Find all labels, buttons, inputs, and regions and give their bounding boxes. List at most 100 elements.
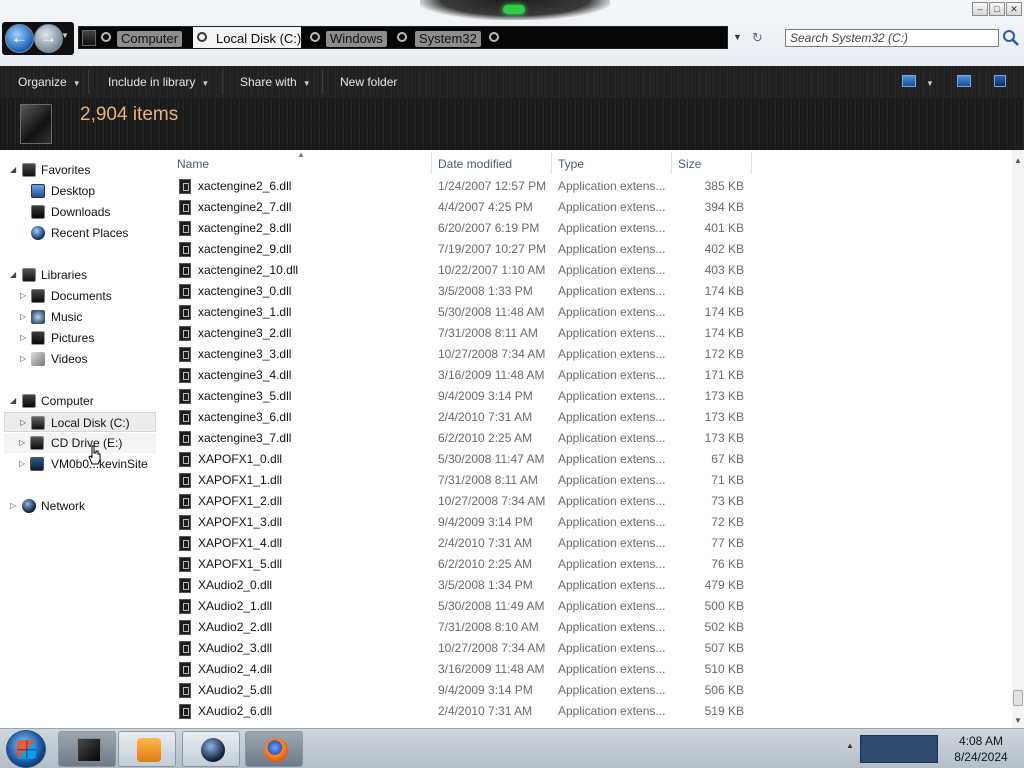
breadcrumb-windows[interactable]: Windows: [326, 31, 387, 47]
collapsed-arrow-icon[interactable]: ▷: [19, 433, 29, 453]
nav-network[interactable]: ▷ Network: [10, 496, 160, 516]
start-button[interactable]: [6, 730, 46, 768]
nav-item-music[interactable]: ▷ Music: [20, 307, 160, 327]
collapsed-arrow-icon[interactable]: ▷: [19, 454, 29, 474]
nav-item-network-share[interactable]: ▷ VM0b0...kevinSite: [4, 454, 156, 474]
nav-item-downloads[interactable]: Downloads: [10, 202, 160, 222]
taskbar-firefox[interactable]: [245, 731, 303, 767]
taskbar-media-player[interactable]: [118, 731, 176, 767]
column-date-modified[interactable]: Date modified: [438, 157, 512, 171]
file-row[interactable]: xactengine3_7.dll 6/2/2010 2:25 AM Applica…: [173, 428, 753, 449]
chevron-icon[interactable]: [101, 32, 111, 42]
collapsed-arrow-icon[interactable]: ▷: [20, 286, 30, 306]
file-row[interactable]: xactengine2_7.dll 4/4/2007 4:25 PM Applica…: [173, 197, 753, 218]
nav-item-documents[interactable]: ▷ Documents: [20, 286, 160, 306]
taskbar-network-globe[interactable]: [182, 731, 240, 767]
file-row[interactable]: XAudio2_4.dll 3/16/2009 11:48 AM Applicati…: [173, 659, 753, 680]
history-dropdown-icon[interactable]: ▼: [61, 31, 69, 40]
help-icon[interactable]: [994, 75, 1006, 87]
file-row[interactable]: XAudio2_6.dll 2/4/2010 7:31 AM Application…: [173, 701, 753, 722]
chevron-icon[interactable]: [397, 32, 407, 42]
column-type[interactable]: Type: [558, 157, 584, 171]
collapsed-arrow-icon[interactable]: ▷: [20, 413, 30, 433]
file-row[interactable]: xactengine3_5.dll 9/4/2009 3:14 PM Applica…: [173, 386, 753, 407]
chevron-icon[interactable]: [310, 32, 320, 42]
vertical-scrollbar[interactable]: ▲ ▼: [1012, 150, 1024, 728]
chevron-icon[interactable]: [197, 32, 207, 42]
file-row[interactable]: XAudio2_2.dll 7/31/2008 8:10 AM Applicatio…: [173, 617, 753, 638]
expanded-arrow-icon[interactable]: ◢: [10, 265, 20, 285]
new-folder-button[interactable]: New folder: [340, 75, 397, 89]
nav-computer[interactable]: ◢ Computer: [10, 391, 160, 411]
breadcrumb-computer[interactable]: Computer: [117, 31, 183, 47]
refresh-icon[interactable]: ↻: [752, 30, 763, 46]
close-button[interactable]: ✕: [1006, 2, 1022, 16]
collapsed-arrow-icon[interactable]: ▷: [20, 328, 30, 348]
column-divider[interactable]: [751, 152, 752, 174]
file-row[interactable]: xactengine2_6.dll 1/24/2007 12:57 PM Appli…: [173, 176, 753, 197]
maximize-button[interactable]: □: [989, 2, 1005, 16]
breadcrumb-system32[interactable]: System32: [415, 31, 481, 47]
file-row[interactable]: XAPOFX1_1.dll 7/31/2008 8:11 AM Applicatio…: [173, 470, 753, 491]
column-size[interactable]: Size: [678, 157, 701, 171]
nav-item-desktop[interactable]: Desktop: [10, 181, 160, 201]
include-in-library-menu[interactable]: Include in library ▼: [108, 75, 209, 89]
file-row[interactable]: XAPOFX1_2.dll 10/27/2008 7:34 AM Applicati…: [173, 491, 753, 512]
file-row[interactable]: XAudio2_5.dll 9/4/2009 3:14 PM Application…: [173, 680, 753, 701]
file-row[interactable]: XAudio2_3.dll 10/27/2008 7:34 AM Applicati…: [173, 638, 753, 659]
column-divider[interactable]: [431, 152, 432, 174]
file-row[interactable]: XAudio2_0.dll 3/5/2008 1:34 PM Application…: [173, 575, 753, 596]
file-row[interactable]: xactengine3_0.dll 3/5/2008 1:33 PM Applica…: [173, 281, 753, 302]
collapsed-arrow-icon[interactable]: ▷: [20, 349, 30, 369]
show-hidden-icons[interactable]: ▲: [846, 741, 854, 750]
column-divider[interactable]: [551, 152, 552, 174]
clock-date[interactable]: 8/24/2024: [946, 750, 1016, 764]
nav-libraries[interactable]: ◢ Libraries: [10, 265, 160, 285]
nav-favorites[interactable]: ◢ Favorites: [10, 160, 160, 180]
expanded-arrow-icon[interactable]: ◢: [10, 391, 20, 411]
back-button[interactable]: ←: [5, 24, 34, 53]
chevron-icon[interactable]: [489, 32, 499, 42]
preview-pane-icon[interactable]: [957, 75, 971, 87]
organize-menu[interactable]: Organize ▼: [18, 75, 81, 89]
nav-item-recent-places[interactable]: Recent Places: [10, 223, 160, 243]
address-bar[interactable]: Computer Local Disk (C:) Windows System3…: [78, 26, 728, 49]
file-row[interactable]: xactengine3_2.dll 7/31/2008 8:11 AM Applic…: [173, 323, 753, 344]
file-row[interactable]: XAPOFX1_0.dll 5/30/2008 11:47 AM Applicati…: [173, 449, 753, 470]
collapsed-arrow-icon[interactable]: ▷: [10, 496, 20, 516]
file-row[interactable]: xactengine3_3.dll 10/27/2008 7:34 AM Appli…: [173, 344, 753, 365]
search-icon[interactable]: [1001, 28, 1021, 48]
view-dropdown-icon[interactable]: ▼: [926, 75, 934, 89]
scroll-up-icon[interactable]: ▲: [1014, 156, 1022, 165]
nav-item-videos[interactable]: ▷ Videos: [20, 349, 160, 369]
file-row[interactable]: xactengine2_8.dll 6/20/2007 6:19 PM Applic…: [173, 218, 753, 239]
file-row[interactable]: XAPOFX1_4.dll 2/4/2010 7:31 AM Application…: [173, 533, 753, 554]
collapsed-arrow-icon[interactable]: ▷: [20, 307, 30, 327]
search-input[interactable]: Search System32 (C:): [785, 29, 999, 47]
address-dropdown-icon[interactable]: ▼: [733, 32, 742, 42]
taskbar-explorer[interactable]: [58, 731, 116, 767]
expanded-arrow-icon[interactable]: ◢: [10, 160, 20, 180]
forward-button[interactable]: →: [34, 24, 63, 53]
file-row[interactable]: xactengine3_1.dll 5/30/2008 11:48 AM Appli…: [173, 302, 753, 323]
column-divider[interactable]: [671, 152, 672, 174]
share-with-menu[interactable]: Share with ▼: [240, 75, 311, 89]
column-name[interactable]: Name: [177, 157, 209, 171]
scroll-down-icon[interactable]: ▼: [1014, 716, 1022, 725]
nav-item-cd-drive[interactable]: ▷ CD Drive (E:): [4, 433, 156, 453]
view-options-icon[interactable]: [902, 75, 916, 87]
file-row[interactable]: xactengine3_4.dll 3/16/2009 11:48 AM Appli…: [173, 365, 753, 386]
breadcrumb-local-disk[interactable]: Local Disk (C:): [212, 31, 305, 47]
system-tray-icons[interactable]: [860, 735, 938, 763]
file-row[interactable]: xactengine2_9.dll 7/19/2007 10:27 PM Appli…: [173, 239, 753, 260]
file-row[interactable]: XAudio2_1.dll 5/30/2008 11:49 AM Applicati…: [173, 596, 753, 617]
scroll-thumb[interactable]: [1013, 690, 1023, 706]
minimize-button[interactable]: –: [972, 2, 988, 16]
file-row[interactable]: XAPOFX1_3.dll 9/4/2009 3:14 PM Application…: [173, 512, 753, 533]
nav-item-local-disk[interactable]: ▷ Local Disk (C:): [4, 412, 156, 432]
clock-time[interactable]: 4:08 AM: [946, 734, 1016, 748]
nav-item-pictures[interactable]: ▷ Pictures: [20, 328, 160, 348]
file-row[interactable]: XAPOFX1_5.dll 6/2/2010 2:25 AM Application…: [173, 554, 753, 575]
file-row[interactable]: xactengine3_6.dll 2/4/2010 7:31 AM Applica…: [173, 407, 753, 428]
file-row[interactable]: xactengine2_10.dll 10/22/2007 1:10 AM Appl…: [173, 260, 753, 281]
